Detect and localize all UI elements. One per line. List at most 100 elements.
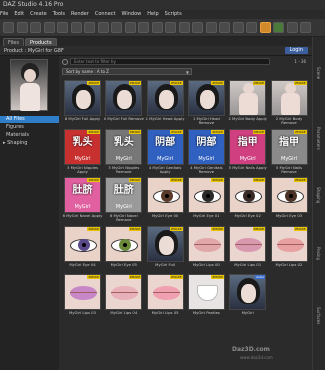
category-shaping[interactable]: ▸ Shaping [0, 140, 59, 147]
tool-icon[interactable] [57, 22, 68, 33]
product-tile[interactable]: ZMAKE MyGirl Eye 02 [227, 177, 268, 224]
product-tile[interactable]: ZMAKE 2 MyGirl Body Apply [227, 80, 268, 127]
tab-products[interactable]: Products [25, 38, 57, 46]
tool-icon[interactable] [97, 22, 109, 33]
product-tile[interactable]: ZMAKE MyGirl Panties [186, 274, 227, 321]
menu-item[interactable]: File [0, 11, 8, 17]
tool-icon[interactable] [192, 22, 203, 33]
product-title: Product : MyGirl for G8F [4, 48, 64, 54]
tool-icon[interactable] [43, 22, 55, 33]
tile-badge: ZMAKE [293, 226, 307, 231]
right-tab[interactable]: Shaping [316, 187, 321, 203]
tile-label: 5 MyGirl Nails Remove [275, 165, 303, 174]
product-tile[interactable]: ZMAKE 1 MyGirl Head Remove [186, 80, 227, 127]
tool-icon[interactable] [3, 22, 14, 33]
category-panel: All Files Figures Materials ▸ Shaping [0, 56, 59, 370]
product-tile[interactable]: ZMAKE 1 MyGirl Head Apply [145, 80, 186, 127]
menu-item[interactable]: Create [30, 11, 47, 17]
category-figures[interactable]: Figures [0, 124, 59, 131]
search-input[interactable]: Enter text to filter by [70, 58, 270, 65]
product-tile[interactable]: 指甲 MyGirl ZMAKE 5 MyGirl Nails Remove [269, 128, 310, 176]
right-panel-tabs: Scene Parameters Shaping Posing Surfaces [312, 37, 325, 370]
sort-row: Sort by name : A to Z ▼ [62, 68, 309, 76]
product-tile[interactable]: ZMAKE MyGirl Lips 02 [269, 225, 310, 273]
tile-thumbnail: ZMAKE [270, 80, 308, 116]
tool-icon[interactable] [205, 22, 217, 33]
product-tile[interactable]: 肚脐 MyGirl ZMAKE 6 MyGirl Navel Apply [62, 177, 103, 224]
tool-icon[interactable] [30, 22, 41, 33]
product-tile[interactable]: 指甲 MyGirl ZMAKE 5 MyGirl Nails Apply [227, 128, 268, 176]
tile-thumbnail: ZMAKE [229, 177, 267, 213]
right-tab[interactable]: Surfaces [316, 307, 321, 324]
watermark: Daz3D.com [232, 346, 270, 353]
product-tile[interactable]: 乳头 MyGirl ZMAKE 3 MyGirl Nipples Apply [62, 128, 103, 176]
content-tabs: Files Products [0, 37, 312, 46]
tool-icon[interactable] [70, 22, 82, 33]
menu-item[interactable]: Scripts [165, 11, 182, 17]
product-tile[interactable]: ZMAKE MyGirl Lips 01 [227, 225, 268, 273]
tile-thumbnail: ZMAKE [146, 274, 184, 310]
tool-icon[interactable] [16, 22, 28, 33]
tile-subcaption: MyGirl [239, 155, 256, 162]
tool-icon[interactable] [165, 22, 176, 33]
menu-item[interactable]: Render [71, 11, 89, 17]
menu-item[interactable]: Tools [53, 11, 65, 17]
product-tile[interactable]: ZMAKE 0 MyGirl Full Remove [103, 80, 144, 127]
tool-icon[interactable] [300, 22, 311, 33]
sort-dropdown[interactable]: Sort by name : A to Z ▼ [62, 68, 192, 75]
tool-icon[interactable] [178, 22, 190, 33]
tile-thumbnail: ZMAKE [187, 274, 225, 310]
product-tile[interactable]: Actor MyGirl [227, 274, 268, 321]
tool-icon[interactable] [259, 22, 271, 33]
tool-icon[interactable] [124, 22, 136, 33]
product-grid: ZMAKE 8 MyGirl Full Apply ZMAKE 0 MyGirl Fu… [62, 80, 310, 370]
category-all-files[interactable]: All Files [0, 116, 59, 123]
tool-icon[interactable] [273, 22, 284, 33]
right-tab[interactable]: Scene [316, 67, 321, 79]
tool-icon[interactable] [111, 22, 122, 33]
menu-item[interactable]: Connect [95, 11, 116, 17]
tile-badge: ZMAKE [128, 81, 142, 85]
menu-item[interactable]: Help [147, 11, 158, 17]
tile-label: 2 MyGirl Body Apply [228, 117, 267, 121]
product-tile[interactable]: ZMAKE MyGirl Eye 00 [145, 177, 186, 224]
product-tile[interactable]: ZMAKE MyGirl Eye 01 [186, 177, 227, 224]
menu-item[interactable]: Window [122, 11, 142, 17]
product-tile[interactable]: ZMAKE 2 MyGirl Body Remove [269, 80, 310, 127]
tile-thumbnail: ZMAKE [105, 80, 143, 116]
tool-icon[interactable] [219, 22, 230, 33]
tile-thumbnail: 乳头 MyGirl ZMAKE [64, 128, 101, 165]
product-tile[interactable]: ZMAKE MyGirl Lips 04 [103, 274, 144, 321]
window-title-bar: DAZ Studio 4.16 Pro [0, 0, 325, 10]
product-tile[interactable]: ZMAKE MyGirl Eye 03 [269, 177, 310, 224]
product-tile[interactable]: ZMAKE MyGirl Lips 03 [62, 274, 103, 321]
product-tile[interactable]: ZMAKE MyGirl Full [145, 225, 186, 273]
product-tile[interactable]: ZMAKE 8 MyGirl Full Apply [62, 80, 103, 127]
tool-icon[interactable] [286, 22, 298, 33]
tile-subcaption: MyGirl [281, 155, 297, 162]
tool-icon[interactable] [151, 22, 163, 33]
right-tab[interactable]: Parameters [316, 127, 321, 150]
tool-icon[interactable] [84, 22, 95, 33]
product-tile[interactable]: ZMAKE MyGirl Eye 05 [103, 225, 144, 273]
product-tile[interactable]: 乳头 MyGirl ZMAKE 3 MyGirl Nipples Remove [103, 128, 144, 176]
tile-thumbnail: ZMAKE [187, 225, 225, 262]
tile-label: MyGirl Lips 05 [151, 311, 179, 315]
category-materials[interactable]: Materials [0, 132, 59, 139]
product-tile[interactable]: 阴部 MyGirl ZMAKE 4 MyGirl Genitals Remove [186, 128, 227, 176]
product-tile[interactable]: ZMAKE MyGirl Lips 00 [186, 225, 227, 273]
tool-icon[interactable] [138, 22, 149, 33]
right-tab[interactable]: Posing [316, 247, 321, 260]
tool-icon[interactable] [246, 22, 257, 33]
menu-item[interactable]: Edit [14, 11, 24, 17]
product-tile[interactable]: 阴部 MyGirl ZMAKE 4 MyGirl Genitals Apply [145, 128, 186, 176]
tool-icon[interactable] [232, 22, 244, 33]
tile-label: 6 MyGirl Navel Remove [109, 214, 138, 223]
product-tile[interactable]: 肚脐 MyGirl ZMAKE 6 MyGirl Navel Remove [103, 177, 144, 224]
tile-label: MyGirl Lips 04 [110, 311, 138, 315]
tile-label: 3 MyGirl Nipples Apply [66, 165, 99, 174]
product-tile[interactable]: ZMAKE MyGirl Eye 04 [62, 225, 103, 273]
login-button[interactable]: Login [284, 47, 308, 54]
product-tile[interactable]: ZMAKE MyGirl Lips 05 [145, 274, 186, 321]
tab-files[interactable]: Files [3, 38, 24, 46]
